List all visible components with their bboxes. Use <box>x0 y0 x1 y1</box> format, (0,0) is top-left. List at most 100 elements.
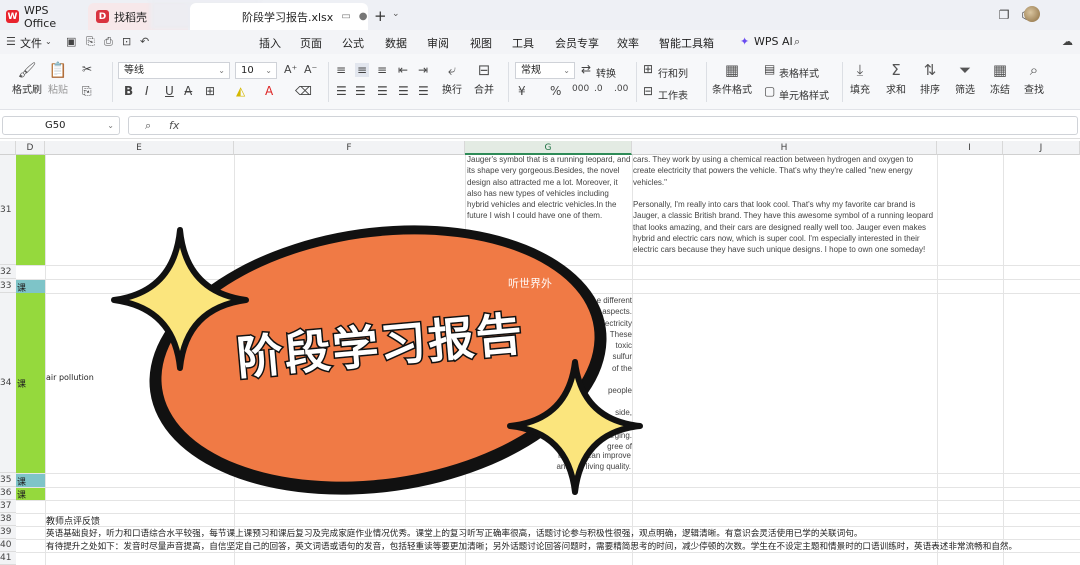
number-format-select[interactable]: 常规 ⌄ <box>515 62 575 79</box>
cell-style-button[interactable]: 单元格样式 <box>779 87 829 102</box>
row-header-36[interactable]: 36 <box>0 487 16 500</box>
cloud-icon[interactable]: ☁ <box>1062 35 1073 48</box>
table-style-icon[interactable]: ▤ <box>764 62 775 76</box>
menu-review[interactable]: 审阅 <box>427 35 449 51</box>
font-name-select[interactable]: 等线 ⌄ <box>118 62 230 79</box>
worksheet-icon[interactable]: ⊟ <box>643 84 653 98</box>
row-col-button[interactable]: 行和列 <box>658 65 688 80</box>
menu-smart-toolbox[interactable]: 智能工具箱 <box>659 35 714 51</box>
font-size-select[interactable]: 10 ⌄ <box>235 62 277 79</box>
menu-insert[interactable]: 插入 <box>259 35 281 51</box>
align-bottom-icon[interactable]: ≡ <box>377 63 387 77</box>
italic-icon[interactable]: I <box>145 84 149 98</box>
currency-icon[interactable]: ¥ <box>518 84 526 98</box>
fill-color-icon[interactable]: ◭ <box>236 84 245 98</box>
cell-h31-part1[interactable]: cars. They work by using a chemical reac… <box>633 154 936 188</box>
close-dot-icon[interactable]: ● <box>359 11 368 22</box>
fx-icon[interactable]: fx <box>169 119 179 132</box>
preview-icon[interactable]: ⊡ <box>122 35 131 48</box>
wrap-text-button[interactable]: ⤶ 换行 <box>442 60 462 96</box>
cell-h31-part2[interactable]: Personally, I'm really into cars that lo… <box>633 199 936 255</box>
freeze-button[interactable]: ▦ 冻结 <box>990 60 1010 96</box>
column-header-h[interactable]: H <box>632 141 937 155</box>
clear-format-icon[interactable]: ⌫ <box>295 84 312 98</box>
fill-button[interactable]: ⤓ 填充 <box>850 60 870 96</box>
cell-e34[interactable]: air pollution <box>46 373 94 382</box>
column-header-g[interactable]: G <box>465 141 632 155</box>
indent-decrease-icon[interactable]: ⇤ <box>398 63 408 77</box>
font-color-icon[interactable]: A <box>265 84 273 98</box>
distribute-icon[interactable]: ☰ <box>418 84 429 98</box>
column-header-j[interactable]: J <box>1003 141 1080 155</box>
cell-style-icon[interactable]: ▢ <box>764 84 775 98</box>
export-icon[interactable]: ⎘ <box>86 35 95 49</box>
cut-icon[interactable]: ✂ <box>82 62 92 76</box>
align-center-icon[interactable]: ☰ <box>355 84 366 98</box>
menu-formula[interactable]: 公式 <box>342 35 364 51</box>
row-header-35[interactable]: 35 <box>0 473 16 487</box>
row-header-39[interactable]: 39 <box>0 526 16 539</box>
restore-window-icon[interactable]: ❐ <box>999 8 1010 22</box>
row-header-34[interactable]: 34 <box>0 293 16 473</box>
formula-input[interactable]: ⌕ fx <box>128 116 1078 135</box>
paste-button[interactable]: 📋 粘贴 <box>48 60 68 96</box>
menu-efficiency[interactable]: 效率 <box>617 35 639 51</box>
decimal-increase-icon[interactable]: .0 <box>594 84 603 94</box>
indent-increase-icon[interactable]: ⇥ <box>418 63 428 77</box>
search-icon[interactable]: ⌕ <box>794 35 800 49</box>
thousands-icon[interactable]: 000 <box>572 84 589 94</box>
menu-page[interactable]: 页面 <box>300 35 322 51</box>
align-left-icon[interactable]: ☰ <box>336 84 347 98</box>
cell-g31[interactable]: Jauger's symbol that is a running leopar… <box>467 154 631 222</box>
decimal-decrease-icon[interactable]: .00 <box>614 84 628 94</box>
percent-icon[interactable]: % <box>550 84 561 98</box>
filter-button[interactable]: ⏷ 筛选 <box>955 60 975 96</box>
merge-button[interactable]: ⊟ 合并 <box>474 60 494 96</box>
new-tab-plus-icon[interactable]: + <box>374 7 387 25</box>
worksheet-button[interactable]: 工作表 <box>658 87 688 102</box>
row-header-32[interactable]: 32 <box>0 265 16 279</box>
cell-e39[interactable]: 英语基础良好，听力和口语综合水平较强，每节课上课预习和课后复习及完成家庭作业情况… <box>46 527 862 539</box>
sort-button[interactable]: ⇅ 排序 <box>920 60 940 96</box>
border-icon[interactable]: ⊞ <box>205 84 215 98</box>
convert-button[interactable]: 转换 <box>596 65 616 80</box>
column-header-f[interactable]: F <box>234 141 465 155</box>
menu-view[interactable]: 视图 <box>470 35 492 51</box>
sum-button[interactable]: Σ 求和 <box>886 60 906 96</box>
conditional-format-button[interactable]: ▦ 条件格式 <box>712 60 752 96</box>
name-box[interactable]: G50 ⌄ <box>2 116 120 135</box>
copy-icon[interactable]: ⎘ <box>82 84 92 99</box>
increase-font-icon[interactable]: A⁺ <box>284 63 297 76</box>
undo-icon[interactable]: ↶ <box>140 35 149 48</box>
tab-wps-office[interactable]: W WPS Office <box>2 3 84 30</box>
print-icon[interactable]: ⎙ <box>104 35 113 49</box>
underline-icon[interactable]: U <box>165 84 174 98</box>
row-header-41[interactable]: 41 <box>0 552 16 565</box>
menu-file[interactable]: 文件 <box>20 35 42 51</box>
menu-data[interactable]: 数据 <box>385 35 407 51</box>
align-right-icon[interactable]: ☰ <box>377 84 388 98</box>
align-top-icon[interactable]: ≡ <box>336 63 346 77</box>
decrease-font-icon[interactable]: A⁻ <box>304 63 317 76</box>
convert-icon[interactable]: ⇄ <box>581 62 591 76</box>
row-header-33[interactable]: 33 <box>0 279 16 293</box>
format-painter-button[interactable]: 🖌 格式刷 <box>12 60 42 96</box>
column-header-d[interactable]: D <box>16 141 45 155</box>
avatar[interactable] <box>1024 6 1040 22</box>
zoom-search-icon[interactable]: ⌕ <box>145 119 151 133</box>
corner-select-all[interactable] <box>0 141 16 155</box>
table-style-button[interactable]: 表格样式 <box>779 65 819 80</box>
strikethrough-icon[interactable]: A̶ <box>184 84 192 98</box>
file-chevron-icon[interactable]: ⌄ <box>45 37 52 46</box>
menu-member[interactable]: 会员专享 <box>555 35 599 51</box>
menu-tools[interactable]: 工具 <box>512 35 534 51</box>
cell-e38[interactable]: 教师点评反馈 <box>46 514 100 527</box>
cell-d31[interactable] <box>16 155 45 265</box>
row-header-40[interactable]: 40 <box>0 539 16 552</box>
hamburger-menu-icon[interactable]: ☰ <box>6 35 16 48</box>
menu-wps-ai[interactable]: WPS AI <box>754 35 793 48</box>
row-header-38[interactable]: 38 <box>0 513 16 526</box>
find-button[interactable]: ⌕ 查找 <box>1024 60 1044 96</box>
column-header-e[interactable]: E <box>45 141 234 155</box>
save-icon[interactable]: ▣ <box>66 35 76 48</box>
